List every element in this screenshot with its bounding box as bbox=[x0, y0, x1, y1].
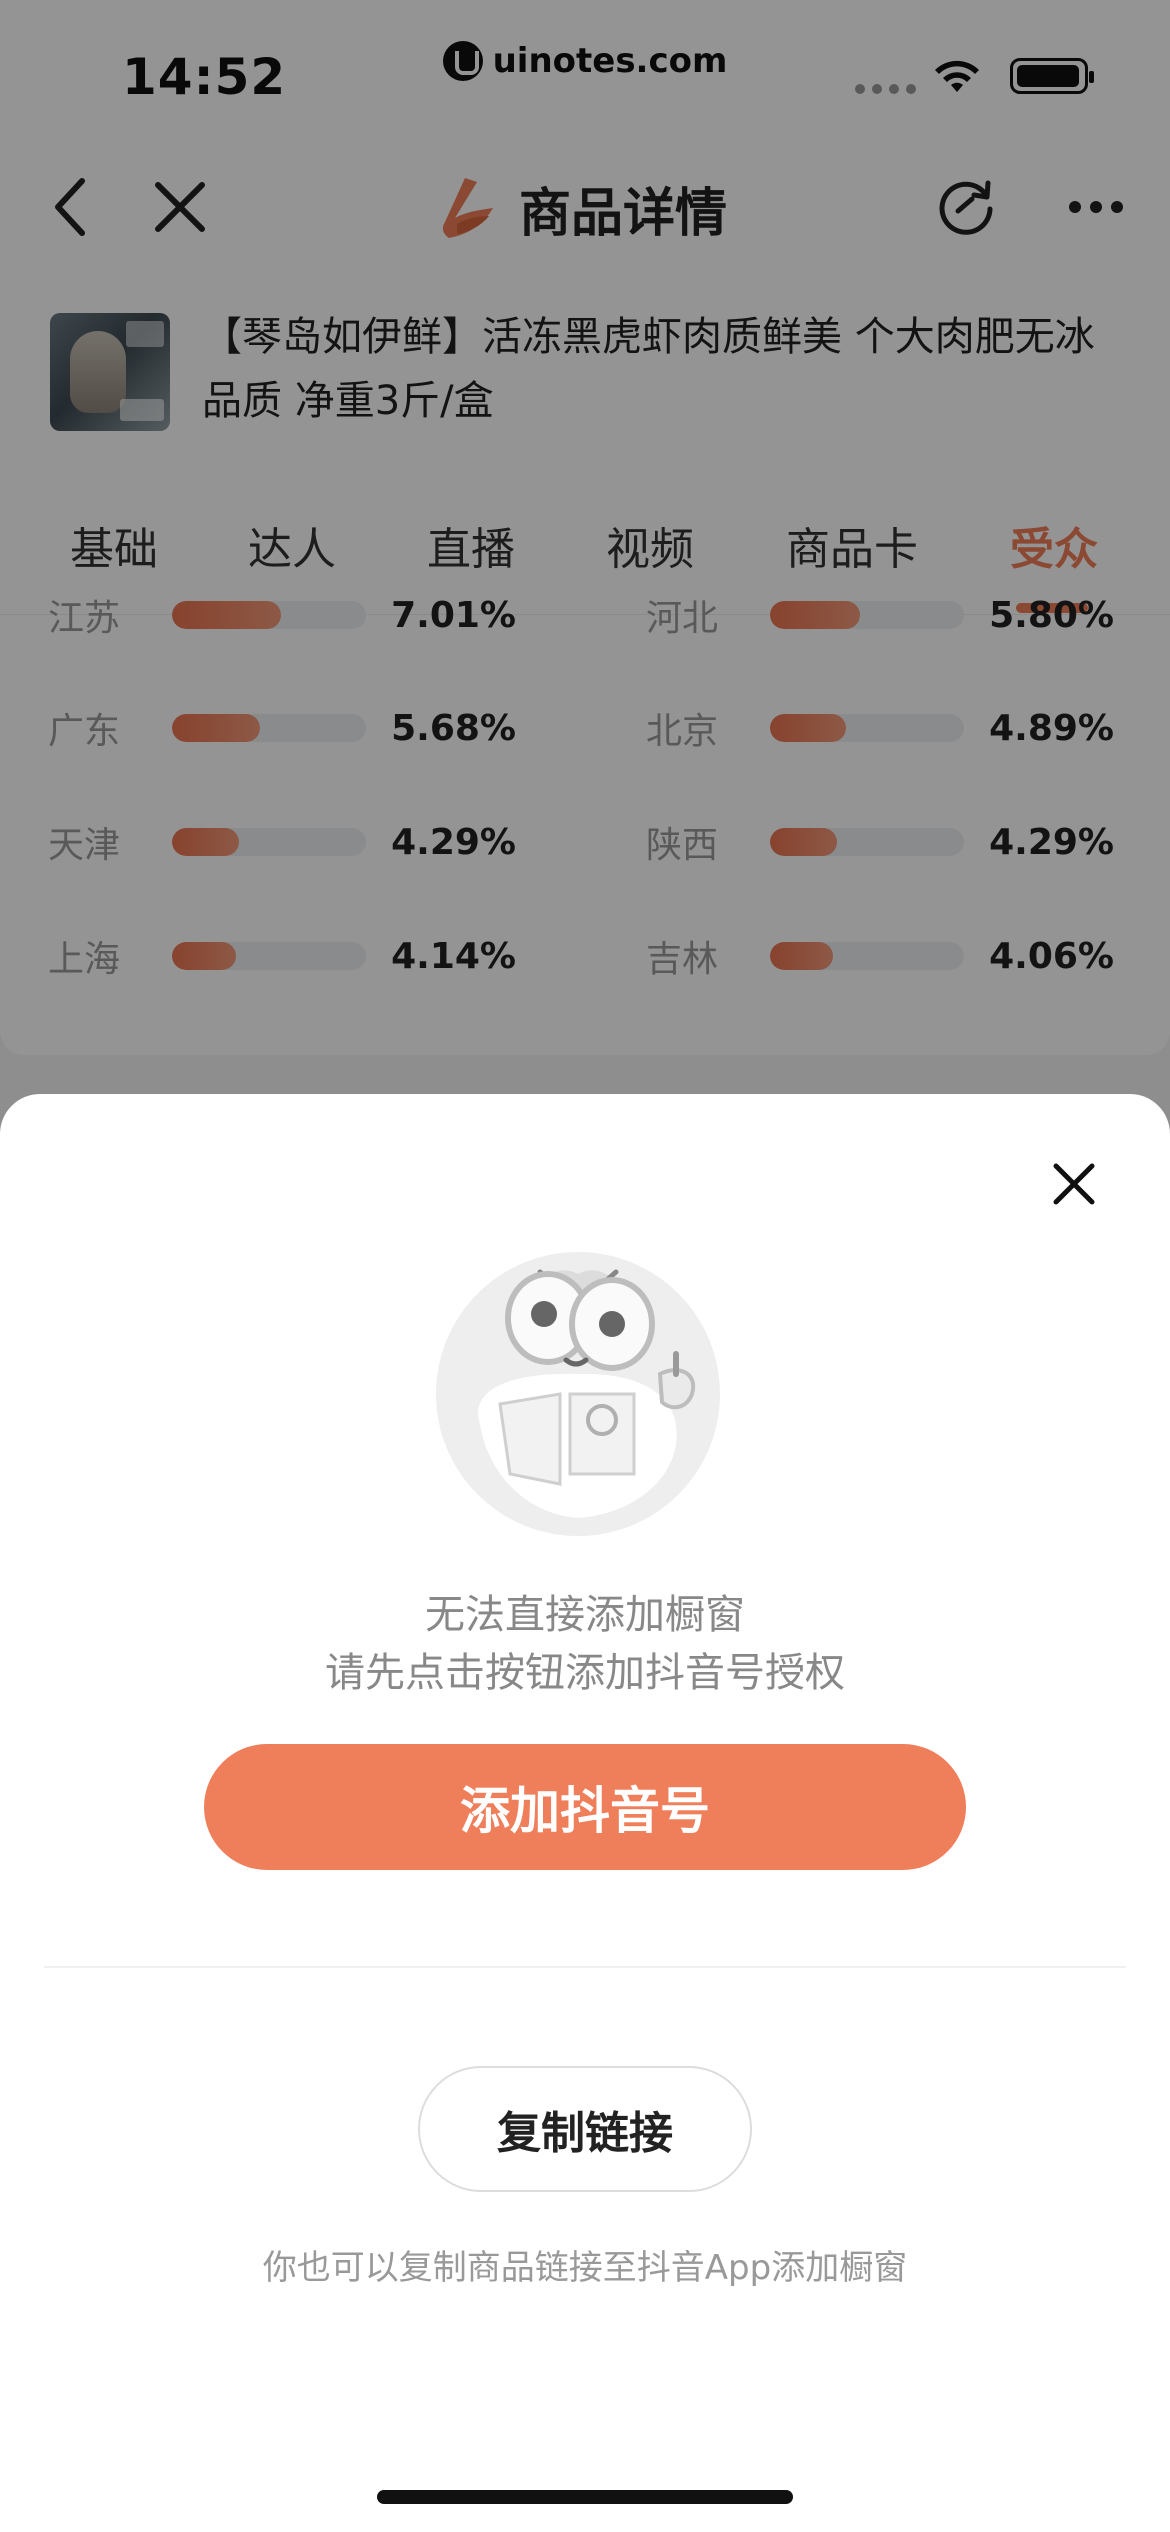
page: 14:52 uinotes.com 商品详情 【琴岛如伊鲜】活冻黑虎虾肉质鲜美 … bbox=[0, 0, 1170, 2532]
copy-link-hint: 你也可以复制商品链接至抖音App添加橱窗 bbox=[262, 2248, 908, 2288]
add-douyin-account-button[interactable]: 添加抖音号 bbox=[204, 1744, 966, 1870]
sheet-message-line2: 请先点击按钮添加抖音号授权 bbox=[325, 1650, 845, 1696]
copy-link-button[interactable]: 复制链接 bbox=[418, 2066, 752, 2192]
home-indicator[interactable] bbox=[377, 2490, 793, 2504]
close-icon bbox=[1053, 1163, 1095, 1205]
sheet-message-line1: 无法直接添加橱窗 bbox=[425, 1592, 745, 1638]
mascot-illustration bbox=[436, 1252, 720, 1536]
sheet-close-button[interactable] bbox=[1044, 1154, 1104, 1214]
divider bbox=[44, 1966, 1126, 1968]
bottom-sheet: 无法直接添加橱窗 请先点击按钮添加抖音号授权 添加抖音号 复制链接 你也可以复制… bbox=[0, 1094, 1170, 2532]
